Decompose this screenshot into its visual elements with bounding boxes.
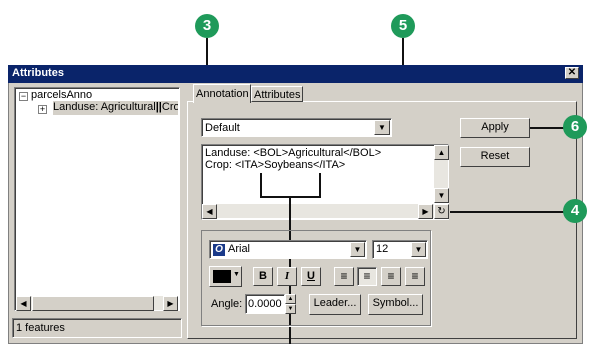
tree-root-label[interactable]: parcelsAnno bbox=[31, 89, 92, 101]
refresh-icon: ↻ bbox=[437, 206, 446, 217]
class-dropdown[interactable]: Default bbox=[201, 118, 392, 137]
bracket-left bbox=[260, 173, 262, 197]
tab-annotation[interactable]: Annotation bbox=[193, 84, 251, 103]
justify-button[interactable]: ≡ bbox=[405, 267, 425, 286]
angle-spin-down[interactable]: ▼ bbox=[285, 304, 296, 314]
text-scroll-down-button[interactable]: ▼ bbox=[434, 188, 449, 203]
scroll-right-button[interactable]: ▶ bbox=[163, 296, 178, 311]
feature-tree[interactable] bbox=[14, 87, 180, 311]
leader-button[interactable]: Leader... bbox=[309, 294, 361, 315]
align-right-button[interactable]: ≡ bbox=[381, 267, 401, 286]
leader-button-label: Leader... bbox=[313, 297, 357, 309]
italic-button-label: I bbox=[284, 270, 290, 282]
annotation-text-line-2: Crop: <ITA>Soybeans</ITA> bbox=[205, 159, 346, 171]
font-dropdown-value: Arial bbox=[228, 243, 251, 255]
text-scroll-up-button[interactable]: ▲ bbox=[434, 145, 449, 160]
color-dropdown-arrow-icon: ▼ bbox=[233, 271, 240, 278]
annotation-text-line-1: Landuse: <BOL>Agricultural</BOL> bbox=[205, 147, 382, 159]
underline-button-label: U bbox=[307, 270, 315, 282]
callout-6: 6 bbox=[563, 115, 587, 139]
font-dropdown[interactable]: O Arial bbox=[209, 240, 367, 259]
tab-annotation-label: Annotation bbox=[196, 88, 249, 100]
align-left-button[interactable]: ≡ bbox=[334, 267, 354, 286]
scroll-left-button[interactable]: ◀ bbox=[16, 296, 31, 311]
callout-5: 5 bbox=[391, 14, 415, 38]
callout-6-line bbox=[530, 127, 566, 129]
text-scroll-left-button[interactable]: ◀ bbox=[202, 204, 217, 219]
callout-4-line bbox=[450, 211, 564, 213]
font-dropdown-arrow[interactable]: ▼ bbox=[350, 242, 365, 257]
status-bar: 1 features bbox=[12, 318, 182, 338]
callout-4: 4 bbox=[563, 199, 587, 223]
tree-root-expander[interactable]: − bbox=[19, 92, 28, 101]
align-left-icon: ≡ bbox=[340, 269, 348, 283]
align-center-button[interactable]: ≡ bbox=[357, 267, 377, 286]
underline-button[interactable]: U bbox=[301, 267, 321, 286]
font-icon: O bbox=[213, 244, 225, 256]
color-swatch bbox=[213, 270, 231, 283]
angle-spin-up[interactable]: ▲ bbox=[285, 294, 296, 304]
tab-attributes[interactable]: Attributes bbox=[251, 86, 303, 102]
callout-3: 3 bbox=[195, 14, 219, 38]
class-dropdown-arrow[interactable]: ▼ bbox=[374, 120, 390, 135]
tab-attributes-label: Attributes bbox=[254, 89, 301, 101]
color-picker-button[interactable]: ▼ bbox=[209, 266, 242, 287]
italic-button[interactable]: I bbox=[277, 267, 297, 286]
bracket-right bbox=[319, 173, 321, 197]
symbol-button[interactable]: Symbol... bbox=[368, 294, 423, 315]
refresh-button[interactable]: ↻ bbox=[434, 204, 449, 219]
reset-button[interactable]: Reset bbox=[460, 147, 530, 167]
angle-value: 0.0000 bbox=[248, 298, 282, 310]
symbol-button-label: Symbol... bbox=[372, 297, 419, 309]
close-icon: ✕ bbox=[567, 67, 577, 78]
class-dropdown-value: Default bbox=[205, 122, 240, 134]
justify-icon: ≡ bbox=[411, 269, 419, 283]
tree-child-item[interactable]: Landuse: Agricultural||Crop: bbox=[53, 101, 178, 115]
reset-button-label: Reset bbox=[480, 150, 510, 162]
scroll-thumb[interactable] bbox=[32, 296, 154, 311]
window-title: Attributes bbox=[12, 67, 64, 79]
title-bar: Attributes ✕ bbox=[8, 65, 583, 83]
align-center-icon: ≡ bbox=[363, 269, 371, 283]
tree-child-label-suffix: Crop: bbox=[161, 101, 178, 113]
bold-button-label: B bbox=[259, 270, 267, 282]
tree-child-expander[interactable]: + bbox=[38, 105, 47, 114]
tree-child-label: Landuse: Agricultural bbox=[53, 101, 156, 113]
angle-input[interactable]: 0.0000 bbox=[245, 294, 285, 314]
angle-label: Angle: bbox=[211, 298, 243, 310]
size-dropdown-value: 12 bbox=[376, 243, 389, 255]
size-dropdown-arrow[interactable]: ▼ bbox=[411, 242, 426, 257]
apply-button-label: Apply bbox=[481, 121, 509, 133]
status-text: 1 features bbox=[16, 322, 65, 334]
align-right-icon: ≡ bbox=[387, 269, 395, 283]
apply-button[interactable]: Apply bbox=[460, 118, 530, 138]
annotation-hscrollbar[interactable] bbox=[202, 204, 434, 218]
close-button[interactable]: ✕ bbox=[565, 67, 579, 79]
bold-button[interactable]: B bbox=[253, 267, 273, 286]
text-scroll-right-button[interactable]: ▶ bbox=[418, 204, 433, 219]
